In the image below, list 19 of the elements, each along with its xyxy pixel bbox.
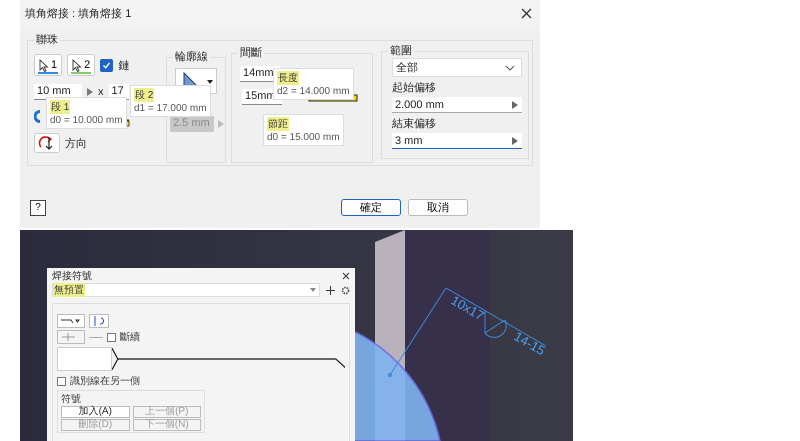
window-title: 焊接符號 xyxy=(52,270,92,282)
group-label: 間斷 xyxy=(238,45,264,60)
tooltip: 段 1 d0 = 10.000 mm xyxy=(46,97,127,129)
window-title: 填角熔接 : 填角熔接 1 xyxy=(25,6,132,20)
tooltip: 長度 d2 = 14.000 mm xyxy=(273,68,354,100)
group-label: 符號 xyxy=(61,392,82,406)
flip-label: 識別線在另一側 xyxy=(70,374,140,388)
stagger-label: 斷續 xyxy=(120,330,140,344)
group-label: 聯珠 xyxy=(34,32,60,47)
tooltip: 節距 d0 = 15.000 mm xyxy=(263,114,344,146)
chain-label: 鏈 xyxy=(118,58,130,72)
direction-label: 方向 xyxy=(65,136,87,150)
end-offset-label: 結束偏移 xyxy=(392,117,437,131)
group-label: 輪廓線 xyxy=(173,49,210,64)
tooltip: 段 2 d1 = 17.000 mm xyxy=(130,85,211,117)
weld-length-label: 14-15 xyxy=(512,328,548,358)
start-offset-label: 起始偏移 xyxy=(392,81,437,95)
times-label: x xyxy=(98,86,104,98)
group-label: 範圍 xyxy=(388,43,414,58)
